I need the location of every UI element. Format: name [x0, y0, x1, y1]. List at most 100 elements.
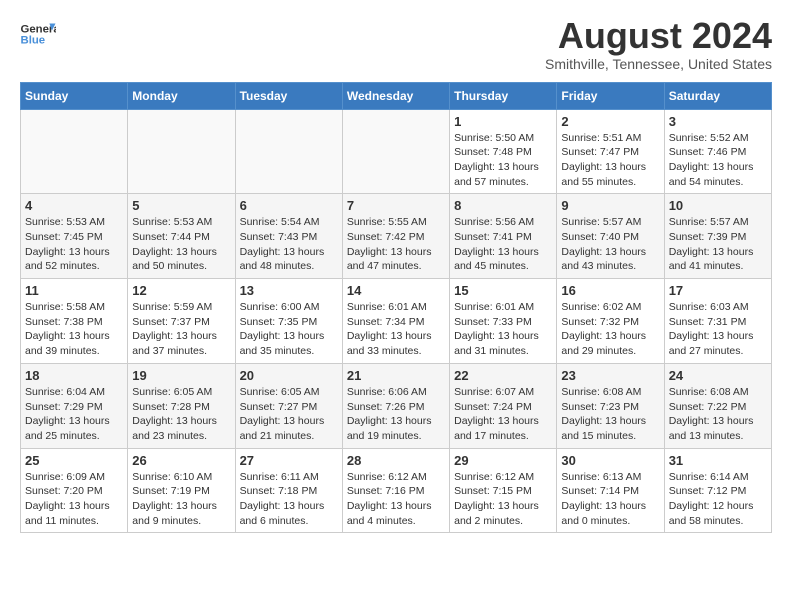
- cell-info: Sunrise: 5:59 AM Sunset: 7:37 PM Dayligh…: [132, 300, 230, 359]
- cell-info: Sunrise: 6:06 AM Sunset: 7:26 PM Dayligh…: [347, 385, 445, 444]
- cell-day-number: 28: [347, 453, 445, 468]
- cell-day-number: 18: [25, 368, 123, 383]
- cell-day-number: 1: [454, 114, 552, 129]
- cell-day-number: 13: [240, 283, 338, 298]
- cell-day-number: 24: [669, 368, 767, 383]
- calendar-week-4: 18 Sunrise: 6:04 AM Sunset: 7:29 PM Dayli…: [21, 363, 772, 448]
- calendar-cell: 8 Sunrise: 5:56 AM Sunset: 7:41 PM Daylig…: [450, 194, 557, 279]
- calendar-cell: 21 Sunrise: 6:06 AM Sunset: 7:26 PM Dayli…: [342, 363, 449, 448]
- calendar-cell: [128, 109, 235, 194]
- calendar-cell: [235, 109, 342, 194]
- cell-info: Sunrise: 6:14 AM Sunset: 7:12 PM Dayligh…: [669, 470, 767, 529]
- calendar-cell: 24 Sunrise: 6:08 AM Sunset: 7:22 PM Dayli…: [664, 363, 771, 448]
- title-block: August 2024 Smithville, Tennessee, Unite…: [545, 16, 772, 72]
- cell-day-number: 16: [561, 283, 659, 298]
- cell-info: Sunrise: 6:11 AM Sunset: 7:18 PM Dayligh…: [240, 470, 338, 529]
- calendar-cell: 7 Sunrise: 5:55 AM Sunset: 7:42 PM Daylig…: [342, 194, 449, 279]
- calendar-cell: 1 Sunrise: 5:50 AM Sunset: 7:48 PM Daylig…: [450, 109, 557, 194]
- cell-info: Sunrise: 6:01 AM Sunset: 7:34 PM Dayligh…: [347, 300, 445, 359]
- calendar-cell: 16 Sunrise: 6:02 AM Sunset: 7:32 PM Dayli…: [557, 279, 664, 364]
- cell-day-number: 2: [561, 114, 659, 129]
- calendar-cell: 25Sunrise: 6:09 AM Sunset: 7:20 PM Dayli…: [21, 448, 128, 533]
- calendar-week-2: 4Sunrise: 5:53 AM Sunset: 7:45 PM Daylig…: [21, 194, 772, 279]
- calendar-cell: 27 Sunrise: 6:11 AM Sunset: 7:18 PM Dayli…: [235, 448, 342, 533]
- calendar-cell: 11Sunrise: 5:58 AM Sunset: 7:38 PM Dayli…: [21, 279, 128, 364]
- cell-info: Sunrise: 6:12 AM Sunset: 7:15 PM Dayligh…: [454, 470, 552, 529]
- cell-info: Sunrise: 6:08 AM Sunset: 7:22 PM Dayligh…: [669, 385, 767, 444]
- calendar-cell: 13 Sunrise: 6:00 AM Sunset: 7:35 PM Dayli…: [235, 279, 342, 364]
- calendar-cell: 20Sunrise: 6:05 AM Sunset: 7:27 PM Dayli…: [235, 363, 342, 448]
- cell-info: Sunrise: 6:00 AM Sunset: 7:35 PM Dayligh…: [240, 300, 338, 359]
- logo-icon: General Blue: [20, 20, 56, 48]
- calendar-cell: 29Sunrise: 6:12 AM Sunset: 7:15 PM Dayli…: [450, 448, 557, 533]
- cell-info: Sunrise: 5:50 AM Sunset: 7:48 PM Dayligh…: [454, 131, 552, 190]
- cell-info: Sunrise: 6:12 AM Sunset: 7:16 PM Dayligh…: [347, 470, 445, 529]
- calendar-cell: 2Sunrise: 5:51 AM Sunset: 7:47 PM Daylig…: [557, 109, 664, 194]
- calendar-cell: 4Sunrise: 5:53 AM Sunset: 7:45 PM Daylig…: [21, 194, 128, 279]
- cell-day-number: 14: [347, 283, 445, 298]
- cell-day-number: 31: [669, 453, 767, 468]
- page-title: August 2024: [545, 16, 772, 56]
- calendar-cell: 5 Sunrise: 5:53 AM Sunset: 7:44 PM Daylig…: [128, 194, 235, 279]
- calendar-cell: 28 Sunrise: 6:12 AM Sunset: 7:16 PM Dayli…: [342, 448, 449, 533]
- cell-day-number: 22: [454, 368, 552, 383]
- calendar-cell: 10Sunrise: 5:57 AM Sunset: 7:39 PM Dayli…: [664, 194, 771, 279]
- cell-info: Sunrise: 6:01 AM Sunset: 7:33 PM Dayligh…: [454, 300, 552, 359]
- calendar-header: SundayMondayTuesdayWednesdayThursdayFrid…: [21, 82, 772, 109]
- calendar-week-1: 1 Sunrise: 5:50 AM Sunset: 7:48 PM Daylig…: [21, 109, 772, 194]
- cell-info: Sunrise: 5:52 AM Sunset: 7:46 PM Dayligh…: [669, 131, 767, 190]
- logo: General Blue: [20, 20, 56, 48]
- cell-day-number: 5: [132, 198, 230, 213]
- cell-day-number: 12: [132, 283, 230, 298]
- calendar-table: SundayMondayTuesdayWednesdayThursdayFrid…: [20, 82, 772, 534]
- calendar-cell: 14 Sunrise: 6:01 AM Sunset: 7:34 PM Dayli…: [342, 279, 449, 364]
- cell-info: Sunrise: 5:58 AM Sunset: 7:38 PM Dayligh…: [25, 300, 123, 359]
- calendar-cell: [342, 109, 449, 194]
- cell-info: Sunrise: 5:55 AM Sunset: 7:42 PM Dayligh…: [347, 215, 445, 274]
- calendar-cell: 19Sunrise: 6:05 AM Sunset: 7:28 PM Dayli…: [128, 363, 235, 448]
- cell-day-number: 19: [132, 368, 230, 383]
- calendar-cell: 15Sunrise: 6:01 AM Sunset: 7:33 PM Dayli…: [450, 279, 557, 364]
- day-header-sunday: Sunday: [21, 82, 128, 109]
- cell-day-number: 7: [347, 198, 445, 213]
- cell-info: Sunrise: 5:57 AM Sunset: 7:39 PM Dayligh…: [669, 215, 767, 274]
- cell-info: Sunrise: 6:13 AM Sunset: 7:14 PM Dayligh…: [561, 470, 659, 529]
- day-header-saturday: Saturday: [664, 82, 771, 109]
- cell-day-number: 9: [561, 198, 659, 213]
- cell-day-number: 27: [240, 453, 338, 468]
- calendar-cell: 9 Sunrise: 5:57 AM Sunset: 7:40 PM Daylig…: [557, 194, 664, 279]
- cell-info: Sunrise: 5:56 AM Sunset: 7:41 PM Dayligh…: [454, 215, 552, 274]
- day-header-friday: Friday: [557, 82, 664, 109]
- cell-info: Sunrise: 6:02 AM Sunset: 7:32 PM Dayligh…: [561, 300, 659, 359]
- cell-info: Sunrise: 5:57 AM Sunset: 7:40 PM Dayligh…: [561, 215, 659, 274]
- calendar-cell: 30Sunrise: 6:13 AM Sunset: 7:14 PM Dayli…: [557, 448, 664, 533]
- calendar-cell: [21, 109, 128, 194]
- calendar-cell: 12 Sunrise: 5:59 AM Sunset: 7:37 PM Dayli…: [128, 279, 235, 364]
- cell-info: Sunrise: 5:53 AM Sunset: 7:45 PM Dayligh…: [25, 215, 123, 274]
- calendar-cell: 31 Sunrise: 6:14 AM Sunset: 7:12 PM Dayli…: [664, 448, 771, 533]
- calendar-cell: 26 Sunrise: 6:10 AM Sunset: 7:19 PM Dayli…: [128, 448, 235, 533]
- cell-day-number: 23: [561, 368, 659, 383]
- cell-day-number: 3: [669, 114, 767, 129]
- calendar-body: 1 Sunrise: 5:50 AM Sunset: 7:48 PM Daylig…: [21, 109, 772, 533]
- cell-info: Sunrise: 5:54 AM Sunset: 7:43 PM Dayligh…: [240, 215, 338, 274]
- cell-info: Sunrise: 5:53 AM Sunset: 7:44 PM Dayligh…: [132, 215, 230, 274]
- cell-day-number: 17: [669, 283, 767, 298]
- cell-info: Sunrise: 6:09 AM Sunset: 7:20 PM Dayligh…: [25, 470, 123, 529]
- cell-day-number: 8: [454, 198, 552, 213]
- cell-day-number: 26: [132, 453, 230, 468]
- cell-info: Sunrise: 6:05 AM Sunset: 7:27 PM Dayligh…: [240, 385, 338, 444]
- svg-text:Blue: Blue: [21, 35, 46, 47]
- cell-info: Sunrise: 6:08 AM Sunset: 7:23 PM Dayligh…: [561, 385, 659, 444]
- cell-info: Sunrise: 6:04 AM Sunset: 7:29 PM Dayligh…: [25, 385, 123, 444]
- cell-info: Sunrise: 6:10 AM Sunset: 7:19 PM Dayligh…: [132, 470, 230, 529]
- page-subtitle: Smithville, Tennessee, United States: [545, 56, 772, 72]
- calendar-cell: 18 Sunrise: 6:04 AM Sunset: 7:29 PM Dayli…: [21, 363, 128, 448]
- day-header-wednesday: Wednesday: [342, 82, 449, 109]
- calendar-cell: 23 Sunrise: 6:08 AM Sunset: 7:23 PM Dayli…: [557, 363, 664, 448]
- cell-day-number: 6: [240, 198, 338, 213]
- calendar-week-5: 25Sunrise: 6:09 AM Sunset: 7:20 PM Dayli…: [21, 448, 772, 533]
- day-header-monday: Monday: [128, 82, 235, 109]
- day-header-tuesday: Tuesday: [235, 82, 342, 109]
- cell-day-number: 21: [347, 368, 445, 383]
